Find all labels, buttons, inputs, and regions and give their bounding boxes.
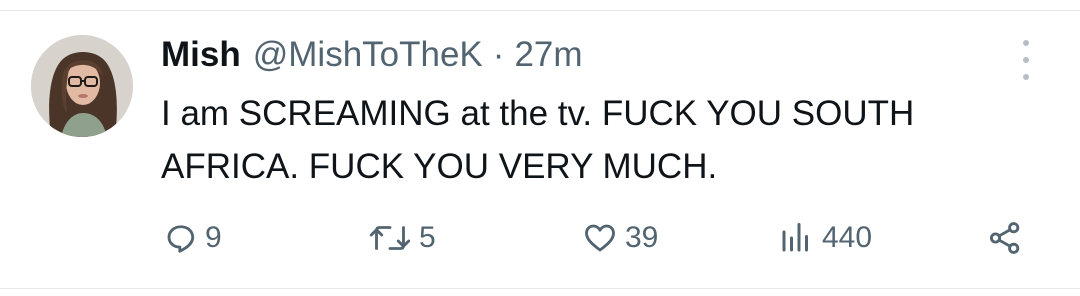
views-count: 440 [822, 221, 873, 254]
avatar[interactable] [31, 35, 133, 137]
retweet-button[interactable]: 5 [367, 218, 436, 258]
views-icon [782, 223, 808, 252]
avatar-image [31, 35, 133, 137]
retweet-icon [369, 226, 411, 250]
separator-dot: · [492, 35, 505, 74]
heart-icon [585, 224, 615, 252]
reply-button[interactable]: 9 [163, 218, 222, 258]
more-dot [1023, 57, 1029, 63]
reply-count: 9 [205, 221, 222, 254]
more-dot [1023, 40, 1029, 46]
bottom-divider [0, 288, 1080, 289]
like-count: 39 [625, 221, 659, 254]
views-button[interactable]: 440 [776, 218, 872, 258]
share-icon [989, 222, 1020, 254]
more-dot [1023, 74, 1029, 80]
author-handle[interactable]: @MishToTheK [253, 30, 483, 80]
retweet-count: 5 [419, 221, 436, 254]
like-button[interactable]: 39 [581, 218, 658, 258]
tweet-header: Mish @MishToTheK · 27m [161, 30, 583, 80]
share-button[interactable] [984, 218, 1026, 258]
more-options-icon[interactable] [1014, 40, 1038, 80]
top-divider [0, 10, 1080, 11]
tweet-text: I am SCREAMING at the tv. FUCK YOU SOUTH… [161, 94, 915, 186]
author-name[interactable]: Mish [161, 30, 241, 80]
reply-icon [167, 225, 195, 253]
timestamp[interactable]: 27m [514, 30, 582, 80]
